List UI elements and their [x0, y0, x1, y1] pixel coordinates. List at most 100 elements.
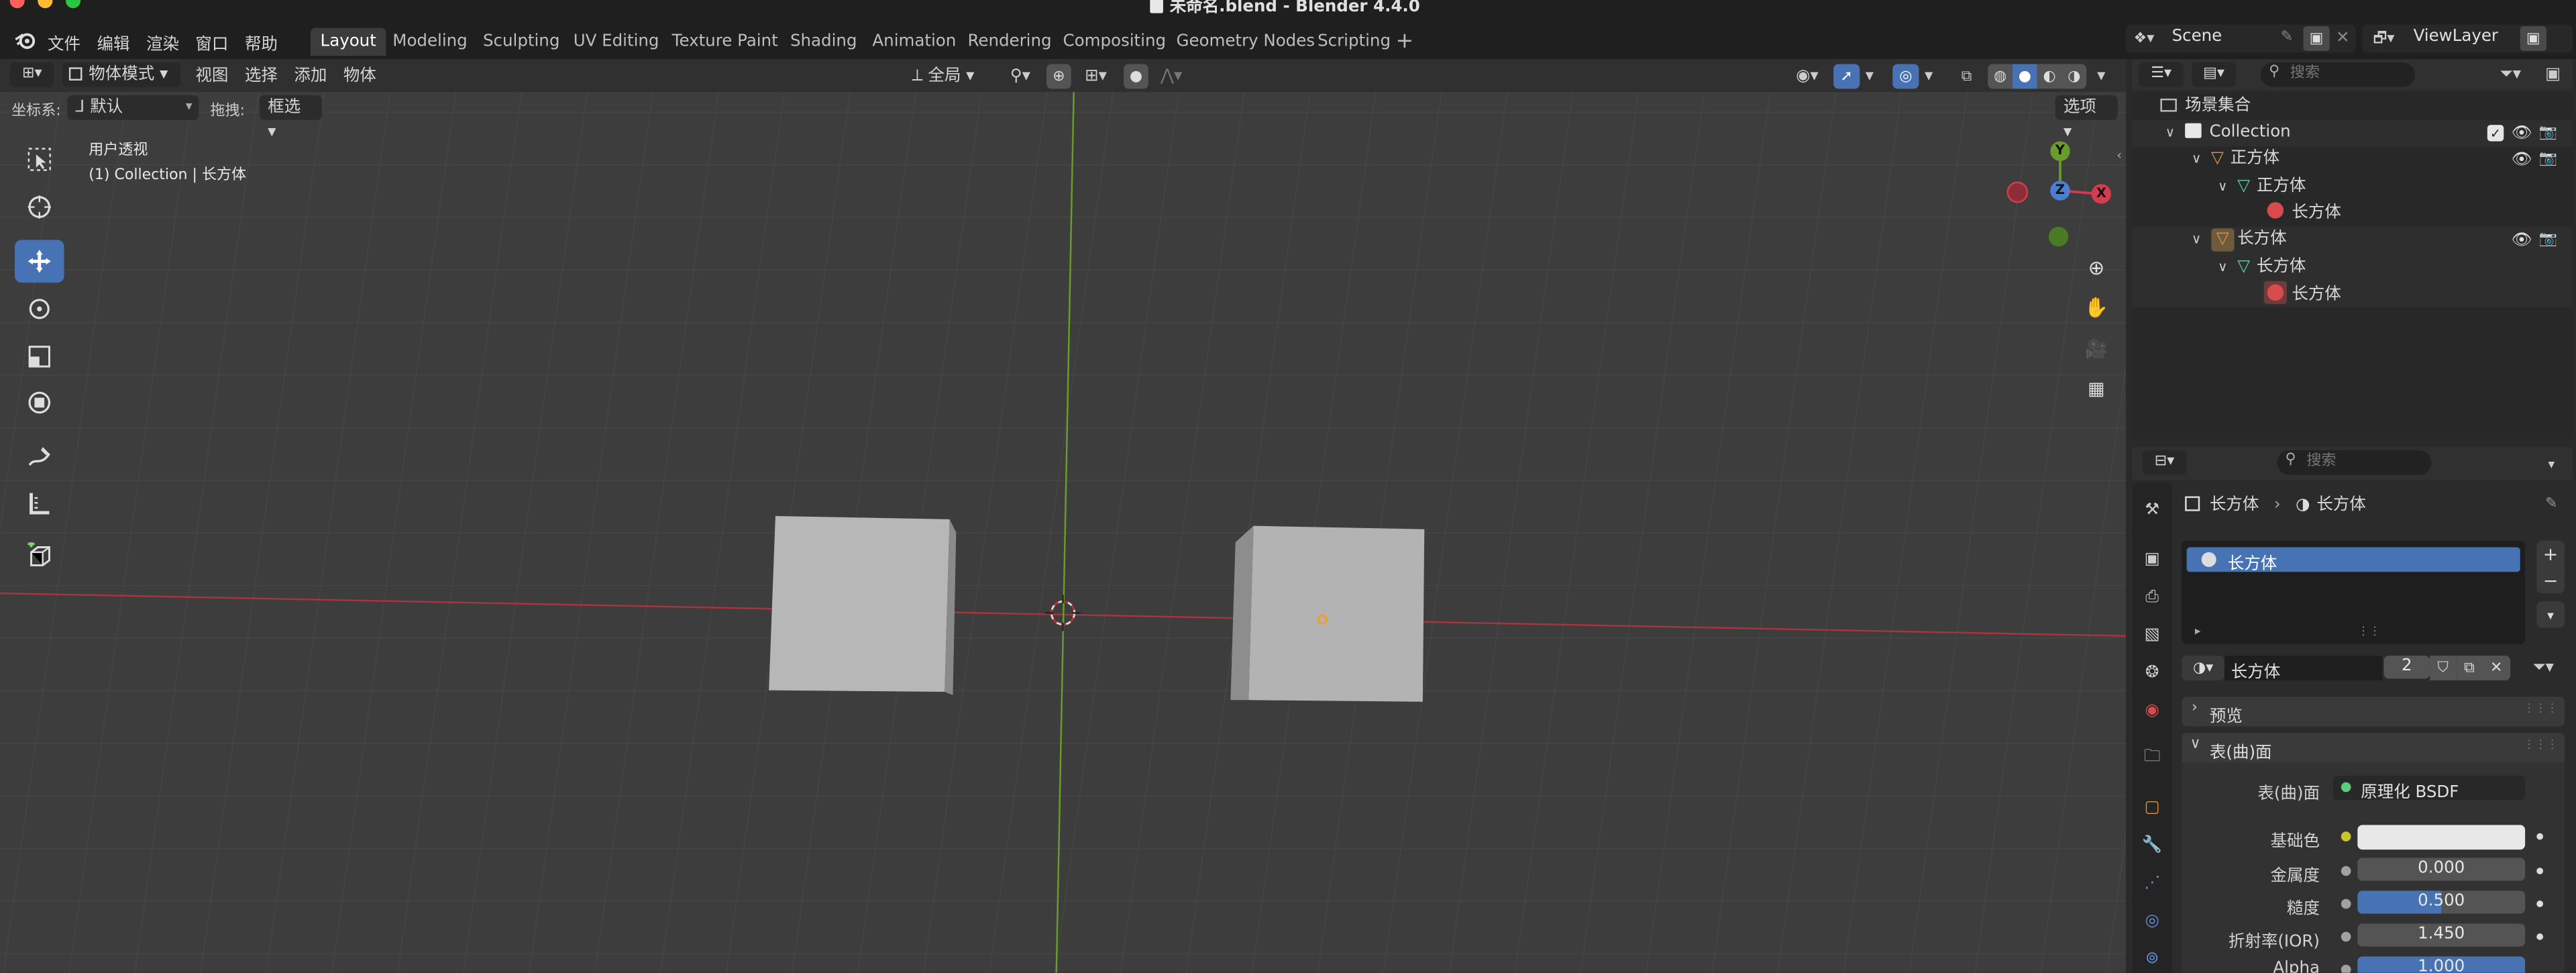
ior-field[interactable]: 1.450 [2357, 923, 2526, 947]
output-tab-icon[interactable]: ⎙ [2139, 583, 2165, 609]
shading-wireframe-icon[interactable]: ◍ [1988, 64, 2013, 89]
cursor-tool[interactable] [15, 186, 64, 229]
zoom-window-button[interactable] [65, 0, 81, 9]
minimize-window-button[interactable] [38, 0, 53, 9]
shading-solid-icon[interactable]: ● [2012, 64, 2037, 89]
scene-tab-icon[interactable]: ❂ [2139, 659, 2165, 685]
tab-modeling[interactable]: Modeling [383, 28, 478, 56]
surface-shader-field[interactable]: 原理化 BSDF [2332, 775, 2526, 802]
camera-icon[interactable]: 📷 [2538, 123, 2558, 143]
snap-target-icon[interactable]: ⊞▾ [1075, 64, 1118, 89]
ortho-grid-icon[interactable]: ▦ [2078, 370, 2114, 406]
annotate-tool[interactable] [15, 436, 64, 478]
properties-options-icon[interactable]: ▾ [2542, 454, 2561, 473]
transform-tool[interactable] [15, 381, 64, 424]
tab-sculpting[interactable]: Sculpting [473, 28, 570, 56]
outliner-item-cube-mesh[interactable]: ∨ ▽ 正方体 [2218, 174, 2306, 201]
panel-preview-header[interactable]: › 预览 ⋮⋮⋮ [2182, 697, 2565, 727]
modifier-tab-icon[interactable]: 🔧 [2139, 831, 2165, 858]
rotate-tool[interactable] [15, 288, 64, 331]
sidebar-toggle-icon[interactable]: ‹ [2112, 145, 2126, 164]
filter-icon[interactable]: ⏷▾ [2491, 62, 2530, 87]
exclude-checkbox[interactable]: ✓ [2487, 125, 2504, 142]
coord-system-dropdown[interactable]: ⅃ 默认 [67, 95, 199, 120]
delete-scene-icon[interactable]: ✕ [2333, 28, 2353, 48]
material-name-field[interactable]: 长方体 [2224, 656, 2383, 682]
roughness-field[interactable]: 0.500 [2357, 890, 2526, 914]
scale-tool[interactable] [15, 336, 64, 378]
menu-edit[interactable]: 编辑 [97, 30, 129, 54]
physics-tab-icon[interactable]: ◎ [2139, 907, 2165, 933]
outliner-editor-type-button[interactable]: ☰▾ [2139, 62, 2184, 87]
add-workspace-icon[interactable]: + [1393, 29, 1416, 54]
properties-editor-type-button[interactable]: ⊟▾ [2142, 450, 2187, 475]
view-layer-tab-icon[interactable]: ▧ [2139, 621, 2165, 648]
alpha-field[interactable]: 1.000 [2357, 956, 2526, 973]
pan-hand-icon[interactable]: ✋ [2078, 289, 2114, 325]
remove-slot-button[interactable]: − [2536, 566, 2565, 594]
menu-select[interactable]: 选择 [245, 64, 278, 89]
camera-icon[interactable]: 📷 [2538, 150, 2558, 169]
duplicate-material-icon[interactable]: ⧉ [2456, 656, 2483, 680]
shading-rendered-icon[interactable]: ◑ [2061, 64, 2087, 89]
outliner-item-cuboid[interactable]: ∨ ▽ 长方体 [2192, 227, 2287, 253]
slot-list-expand-icon[interactable]: ▸ [2195, 625, 2201, 638]
tab-shading[interactable]: Shading [780, 28, 867, 56]
camera-view-icon[interactable]: 🎥 [2078, 330, 2114, 366]
menu-help[interactable]: 帮助 [245, 30, 278, 54]
editor-type-button[interactable]: ⊞▾ [9, 62, 54, 87]
outliner-collection[interactable]: ∨ Collection [2165, 120, 2291, 146]
material-user-count[interactable]: 2 [2383, 656, 2430, 679]
tool-tab-icon[interactable]: ⚒ [2139, 497, 2165, 523]
measure-tool[interactable] [15, 482, 64, 525]
shading-menu-icon[interactable]: ▾ [2092, 64, 2111, 89]
particles-tab-icon[interactable]: ⋰ [2139, 870, 2165, 896]
proportional-edit-icon[interactable]: ● [1124, 64, 1148, 89]
new-collection-icon[interactable]: ▣ [2540, 62, 2566, 87]
drag-handle-icon[interactable]: ⋮⋮⋮ [2524, 738, 2558, 752]
outliner-item-cube[interactable]: ∨ ▽ 正方体 [2192, 146, 2279, 172]
pin-icon[interactable]: ✎ [2542, 495, 2561, 514]
add-slot-button[interactable]: + [2536, 540, 2565, 567]
scene-name[interactable]: Scene [2172, 28, 2222, 46]
new-scene-icon[interactable]: ▣ [2303, 26, 2330, 51]
transform-orientation-selector[interactable]: ⟂ 全局 ▾ [912, 64, 991, 89]
outliner-scene-collection[interactable]: 场景集合 [2160, 94, 2251, 120]
select-box-tool[interactable] [15, 138, 64, 181]
mode-selector[interactable]: 物体模式 ▾ [62, 62, 181, 87]
render-tab-icon[interactable]: ▣ [2139, 546, 2165, 572]
slot-list-resize-handle[interactable]: ⋮⋮ [2357, 625, 2380, 638]
link-mode-button[interactable]: ⏷▾ [2524, 656, 2563, 680]
pin-icon[interactable]: ✎ [2277, 28, 2296, 48]
unlink-material-icon[interactable]: ✕ [2482, 656, 2511, 680]
browse-material-button[interactable]: ◑▾ [2182, 656, 2224, 680]
blender-logo-icon[interactable] [11, 28, 38, 51]
eye-icon[interactable]: 👁 [2512, 150, 2532, 169]
ior-keyframe-icon[interactable] [2536, 933, 2544, 940]
tab-texture-paint[interactable]: Texture Paint [662, 28, 788, 56]
camera-icon[interactable]: 📷 [2538, 230, 2558, 250]
cube-object[interactable] [769, 515, 957, 695]
outliner-item-cube-material[interactable]: 长方体 [2267, 201, 2341, 227]
visibility-menu-icon[interactable]: ◉▾ [1788, 64, 1827, 89]
menu-window[interactable]: 窗口 [195, 30, 228, 54]
gizmo-menu-icon[interactable]: ▾ [1860, 64, 1879, 89]
panel-surface-header[interactable]: ∨ 表(曲)面 ⋮⋮⋮ [2182, 733, 2565, 763]
add-cube-tool[interactable] [15, 534, 64, 577]
outliner-search-input[interactable] [2290, 64, 2406, 84]
overlay-menu-icon[interactable]: ▾ [1919, 64, 1938, 89]
xray-toggle-icon[interactable]: ⧉ [1953, 64, 1980, 89]
slot-specials-button[interactable]: ▾ [2536, 601, 2565, 628]
collection-tab-icon[interactable]: 🗀 [2139, 744, 2165, 770]
tab-layout[interactable]: Layout [310, 28, 386, 56]
tab-animation[interactable]: Animation [863, 28, 966, 56]
gizmo-toggle-icon[interactable]: ➚ [1833, 64, 1860, 89]
metallic-keyframe-icon[interactable] [2536, 868, 2544, 874]
properties-search[interactable]: ⚲ [2277, 450, 2432, 475]
menu-add[interactable]: 添加 [294, 64, 327, 89]
properties-search-input[interactable] [2306, 452, 2422, 472]
menu-file[interactable]: 文件 [48, 30, 80, 54]
eye-icon[interactable]: 👁 [2512, 230, 2532, 250]
drag-dropdown[interactable]: 框选 ▾ [259, 95, 323, 142]
navigation-gizmo[interactable]: Y X Z [2001, 138, 2116, 253]
